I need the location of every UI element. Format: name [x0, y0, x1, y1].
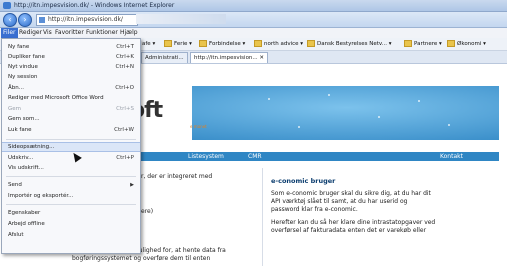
- logo-tagline: e manet: [190, 124, 207, 129]
- favorite-item[interactable]: afe ▾: [142, 40, 155, 48]
- body-text: ere): [141, 208, 154, 215]
- column-divider: [262, 168, 263, 266]
- ie-app-icon: [3, 2, 11, 9]
- body-text: overførsel af fakturadata enten det er v…: [271, 227, 427, 234]
- menu-view[interactable]: Vis: [41, 28, 54, 38]
- back-button[interactable]: ‹: [3, 13, 17, 27]
- favorite-folder[interactable]: Dansk Bestyrelses Netv... ▾: [307, 40, 391, 48]
- folder-icon: [447, 40, 455, 47]
- body-text: password klar fra e-conomic.: [271, 206, 358, 213]
- menu-item-new-tab[interactable]: Ny fane Ctrl+T: [2, 42, 140, 52]
- body-text: Som e-conomic bruger skal du sikre dig, …: [271, 190, 431, 197]
- menu-item-import-export[interactable]: Importér og eksportér...: [2, 191, 140, 201]
- favorite-folder[interactable]: Økonomi ▾: [447, 40, 486, 48]
- address-bar[interactable]: http://itn.impesvision.dk/: [36, 14, 138, 26]
- favorite-folder[interactable]: north advice ▾: [254, 40, 303, 48]
- menu-item-new-window[interactable]: Nyt vindue Ctrl+N: [2, 62, 140, 72]
- favorite-folder[interactable]: Forbindelse ▾: [199, 40, 245, 48]
- tab-administration[interactable]: Administrati...: [141, 52, 188, 63]
- section-heading: e-conomic bruger: [271, 177, 336, 185]
- menu-item-close-tab[interactable]: Luk fane Ctrl+W: [2, 125, 140, 135]
- body-text: Herefter kan du så her klare dine intras…: [271, 219, 436, 226]
- favorite-folder[interactable]: Partnere ▾: [404, 40, 442, 48]
- menu-item-print-preview[interactable]: Vis udskrift...: [2, 163, 140, 173]
- menu-separator: [6, 204, 136, 205]
- menu-item-save-as[interactable]: Gem som...: [2, 114, 140, 124]
- menu-item-save[interactable]: Gem Ctrl+S: [2, 104, 140, 114]
- folder-icon: [404, 40, 412, 47]
- site-navigation: Listesystem CMR Kontakt: [118, 152, 499, 161]
- forward-button[interactable]: ›: [18, 13, 32, 27]
- menu-item-send[interactable]: Send ▶: [2, 180, 140, 190]
- navigation-bar: ‹ › http://itn.impesvision.dk/: [0, 12, 507, 28]
- menu-item-new-session[interactable]: Ny session: [2, 72, 140, 82]
- folder-icon: [199, 40, 207, 47]
- folder-icon: [307, 40, 315, 47]
- body-text: bogføringssystemet og overføre dem til e…: [72, 255, 211, 262]
- menu-favorites[interactable]: Favoritter: [53, 28, 86, 38]
- nav-listesystem[interactable]: Listesystem: [188, 152, 224, 161]
- folder-icon: [164, 40, 172, 47]
- tab-impesvision[interactable]: http://itn.impesvision... ✕: [190, 52, 269, 63]
- menu-item-edit-word[interactable]: Rediger med Microsoft Office Word: [2, 93, 140, 103]
- page-icon: [39, 17, 45, 23]
- window-title: http://itn.impesvision.dk/ - Windows Int…: [14, 2, 175, 9]
- menu-separator: [6, 139, 136, 140]
- menu-item-page-setup[interactable]: Sideopsætning...: [2, 142, 140, 152]
- menu-edit[interactable]: Rediger: [17, 28, 44, 38]
- folder-icon: [254, 40, 262, 47]
- menu-tools[interactable]: Funktioner: [84, 28, 120, 38]
- nav-kontakt[interactable]: Kontakt: [440, 152, 463, 161]
- favorite-folder[interactable]: Ferie ▾: [164, 40, 192, 48]
- body-text: API værktøj slået til samt, at du har us…: [271, 198, 408, 205]
- menu-separator: [6, 176, 136, 177]
- address-url: http://itn.impesvision.dk/: [48, 16, 123, 23]
- menu-item-exit[interactable]: Afslut: [2, 230, 140, 240]
- address-fade: [136, 14, 226, 24]
- menu-item-work-offline[interactable]: Arbejd offline: [2, 219, 140, 229]
- window-titlebar: http://itn.impesvision.dk/ - Windows Int…: [0, 0, 507, 12]
- menu-file[interactable]: Filer: [1, 28, 18, 38]
- body-text: r, der er integreret med: [141, 173, 213, 180]
- close-tab-icon[interactable]: ✕: [259, 55, 264, 61]
- menu-item-properties[interactable]: Egenskaber: [2, 208, 140, 218]
- menu-item-open[interactable]: Åbn... Ctrl+O: [2, 83, 140, 93]
- menu-item-duplicate-tab[interactable]: Dupliker fane Ctrl+K: [2, 52, 140, 62]
- file-menu: Ny fane Ctrl+T Dupliker fane Ctrl+K Nyt vi…: [1, 38, 141, 254]
- submenu-arrow-icon: ▶: [130, 182, 134, 188]
- menu-help[interactable]: Hjælp: [118, 28, 140, 38]
- nav-cmr[interactable]: CMR: [248, 152, 262, 161]
